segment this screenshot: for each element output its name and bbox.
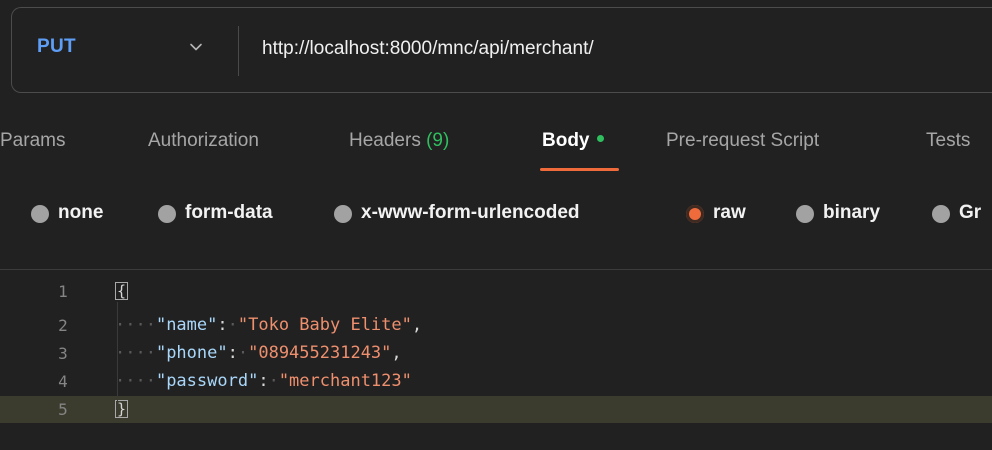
space-dot: ·: [227, 315, 238, 335]
body-code-editor[interactable]: 1 { 2 ····"name":·"Toko Baby Elite", 3 ·…: [0, 270, 992, 450]
radio-x-www-form-urlencoded-label: x-www-form-urlencoded: [361, 202, 580, 223]
json-key: "name": [155, 315, 218, 335]
request-tabs: Params Authorization Headers (9) Body Pr…: [0, 120, 992, 180]
space-dot: ·: [237, 343, 249, 363]
dot-indicator: [596, 135, 604, 143]
request-bar: PUT: [11, 7, 992, 93]
tab-headers-label: Headers: [349, 130, 421, 151]
space-dot: ·: [268, 371, 279, 391]
tab-authorization[interactable]: Authorization: [148, 130, 259, 152]
json-comma: ,: [391, 343, 402, 363]
tab-headers[interactable]: Headers (9): [349, 130, 449, 152]
json-colon: :: [227, 343, 238, 363]
json-value: "089455231243": [248, 343, 392, 363]
line-number: 1: [58, 282, 68, 301]
line-code: ····"password":·"merchant123": [115, 371, 412, 391]
radio-form-data-label: form-data: [185, 202, 273, 223]
radio-graphql-label: Gr: [959, 202, 982, 223]
tab-body[interactable]: Body: [542, 130, 604, 152]
headers-count-badge: (9): [426, 130, 450, 151]
editor-line-current: 5 }: [0, 396, 992, 423]
line-code: {: [115, 281, 129, 301]
method-label: PUT: [37, 36, 76, 57]
json-colon: :: [217, 315, 228, 335]
line-number: 4: [58, 372, 68, 391]
json-key: "password": [155, 371, 259, 391]
tab-body-label: Body: [542, 130, 590, 151]
radio-graphql-circle: [932, 205, 950, 223]
radio-raw-circle: [686, 205, 704, 223]
tab-authorization-label: Authorization: [148, 130, 259, 151]
method-url-divider: [238, 26, 239, 76]
indent-guide: [117, 302, 118, 410]
tab-pre-request-script-label: Pre-request Script: [666, 130, 820, 151]
method-select[interactable]: PUT: [12, 8, 238, 92]
chevron-down-icon: [190, 43, 202, 51]
json-colon: :: [258, 371, 269, 391]
radio-binary-circle: [796, 205, 814, 223]
radio-raw-label: raw: [713, 202, 746, 223]
line-code: ····"name":·"Toko Baby Elite",: [115, 315, 422, 335]
open-brace: {: [115, 282, 129, 300]
tab-params-label: Params: [0, 130, 66, 151]
line-number: 2: [58, 316, 68, 335]
tab-pre-request-script[interactable]: Pre-request Script: [666, 130, 819, 152]
tab-tests[interactable]: Tests: [926, 130, 970, 152]
json-value: "merchant123": [278, 371, 412, 391]
tab-tests-label: Tests: [926, 130, 971, 151]
radio-binary-label: binary: [823, 202, 881, 223]
indent-dots: ····: [115, 343, 156, 363]
indent-dots: ····: [115, 315, 156, 335]
radio-none-label: none: [58, 202, 104, 223]
editor-line: 4 ····"password":·"merchant123": [0, 368, 992, 395]
line-number: 3: [58, 344, 68, 363]
url-input[interactable]: [262, 35, 962, 63]
line-code: ····"phone":·"089455231243",: [115, 343, 402, 363]
line-number: 5: [58, 400, 68, 419]
tab-params[interactable]: Params: [0, 130, 65, 152]
radio-x-www-form-urlencoded-circle: [334, 205, 352, 223]
editor-line: 2 ····"name":·"Toko Baby Elite",: [0, 312, 992, 339]
radio-none-circle: [31, 205, 49, 223]
json-key: "phone": [155, 343, 228, 363]
editor-line: 3 ····"phone":·"089455231243",: [0, 340, 992, 367]
api-client-window: PUT Params Authorization Headers (9) Bod…: [0, 0, 992, 450]
body-type-options: none form-data x-www-form-urlencoded raw…: [0, 197, 992, 233]
json-comma: ,: [411, 315, 423, 335]
json-value: "Toko Baby Elite": [237, 315, 412, 335]
indent-dots: ····: [115, 371, 156, 391]
radio-form-data-circle: [158, 205, 176, 223]
active-tab-underline: [540, 168, 619, 171]
editor-line: 1 {: [0, 278, 992, 305]
